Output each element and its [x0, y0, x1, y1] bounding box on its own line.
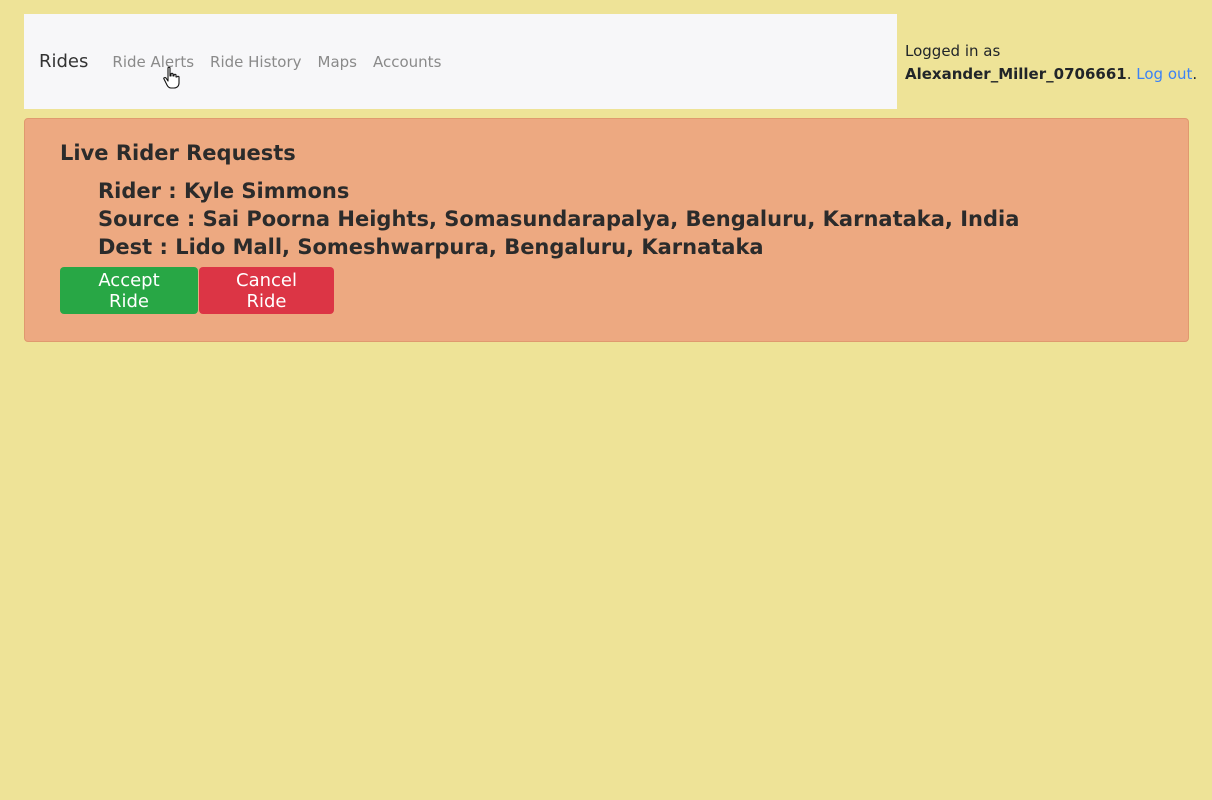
ride-source: Source : Sai Poorna Heights, Somasundara…: [98, 207, 1020, 231]
card-heading: Live Rider Requests: [60, 141, 296, 165]
top-navbar: Rides Ride Alerts Ride History Maps Acco…: [24, 14, 897, 109]
nav-ride-alerts[interactable]: Ride Alerts: [112, 53, 194, 71]
ride-details: Rider : Kyle Simmons Source : Sai Poorna…: [98, 177, 1019, 261]
logout-link[interactable]: Log out: [1136, 65, 1192, 83]
accept-ride-button[interactable]: Accept Ride: [60, 267, 198, 314]
ride-request-card: Live Rider Requests Rider : Kyle Simmons…: [24, 118, 1189, 342]
brand-link[interactable]: Rides: [39, 51, 88, 72]
nav-maps[interactable]: Maps: [318, 53, 357, 71]
rider-name: Rider : Kyle Simmons: [98, 179, 350, 203]
username: Alexander_Miller_0706661: [905, 65, 1127, 83]
login-suffix: .: [1192, 65, 1198, 83]
login-separator: .: [1126, 65, 1132, 83]
nav-accounts[interactable]: Accounts: [373, 53, 441, 71]
login-prefix: Logged in as: [905, 42, 1001, 60]
login-status: Logged in as Alexander_Miller_0706661. L…: [905, 40, 1197, 86]
nav-ride-history[interactable]: Ride History: [210, 53, 301, 71]
ride-destination: Dest : Lido Mall, Someshwarpura, Bengalu…: [98, 235, 764, 259]
cancel-ride-button[interactable]: Cancel Ride: [199, 267, 334, 314]
